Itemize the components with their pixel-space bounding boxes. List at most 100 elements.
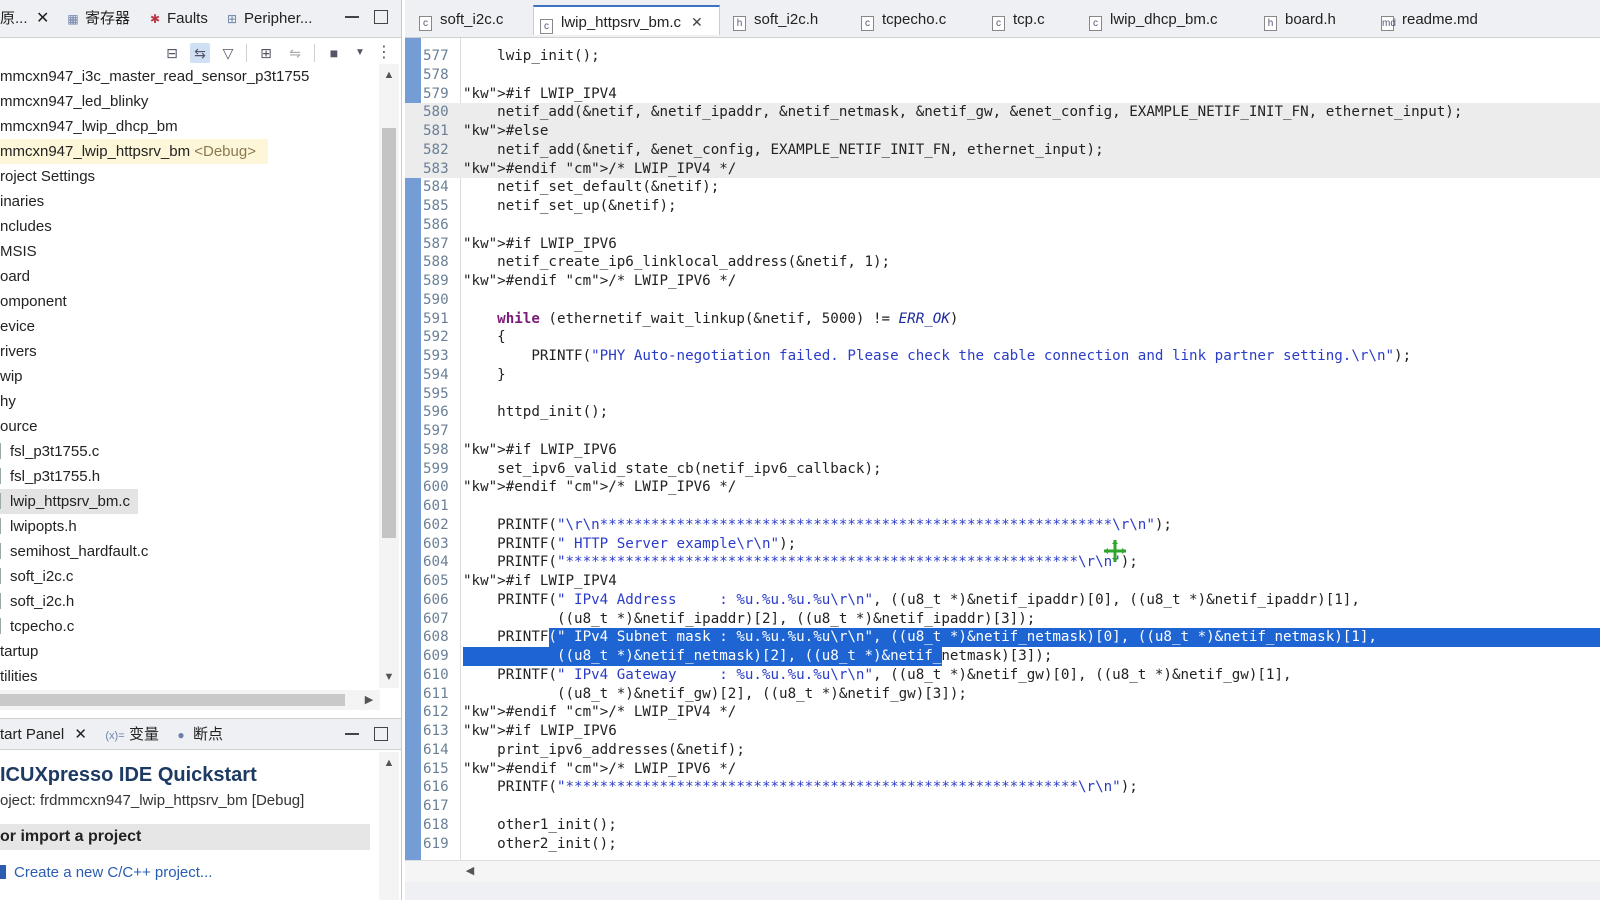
tree-item[interactable]: ncludes [0,214,52,239]
tree-item[interactable]: fsl_p3t1755.h [0,464,100,489]
code-line[interactable]: 612 "kw">#endif "cm">/* LWIP_IPV4 */ [405,703,1600,722]
tab-breakpoints[interactable]: ● 断点 [172,722,223,748]
code-line[interactable]: 598 "kw">#if LWIP_IPV6 [405,441,1600,460]
tree-item[interactable]: mmcxn947_lwip_dhcp_bm [0,114,178,139]
code-line[interactable]: 619 other2_init(); [405,835,1600,854]
tab-registers[interactable]: ▦ 寄存器 [64,6,130,32]
code-line[interactable]: 602 PRINTF("\r\n************************… [405,516,1600,535]
maximize-icon[interactable] [374,10,388,24]
code-line[interactable]: 607 ((u8_t *)&netif_ipaddr)[2], ((u8_t *… [405,610,1600,629]
tab-soft-i2c-c[interactable]: c soft_i2c.c [413,5,503,35]
code-line[interactable]: 584 netif_set_default(&netif); [405,178,1600,197]
close-icon[interactable]: ✕ [74,726,87,743]
tree-item[interactable]: lwipopts.h [0,514,77,539]
quickstart-section-header[interactable]: or import a project [0,824,370,850]
close-icon[interactable]: ✕ [691,7,703,37]
tree-item[interactable]: roject Settings [0,164,95,189]
tab-peripherals[interactable]: ⊞ Peripher... [223,6,312,32]
scroll-down-icon[interactable]: ▼ [382,670,396,684]
minimize-icon[interactable] [345,727,359,735]
code-line[interactable]: 587 "kw">#if LWIP_IPV6 [405,235,1600,254]
square-icon[interactable]: ■ [324,43,344,63]
tree-item[interactable]: rivers [0,339,37,364]
code-line[interactable]: 592 { [405,328,1600,347]
view-menu-chevron-icon[interactable]: ▼ [350,43,370,63]
code-line[interactable]: 597 [405,422,1600,441]
code-line[interactable]: 609 ((u8_t *)&netif_netmask)[2], ((u8_t … [405,647,1600,666]
quickstart-vertical-scrollbar[interactable]: ▲ [379,752,399,900]
code-line[interactable]: 579 "kw">#if LWIP_IPV4 [405,85,1600,104]
collapse-all-icon[interactable]: ⊟ [162,43,182,63]
tree-item[interactable]: hy [0,389,16,414]
tab-board-h[interactable]: h board.h [1258,5,1336,35]
close-icon[interactable]: ✕ [36,6,49,32]
tree-item[interactable]: mmcxn947_led_blinky [0,89,148,114]
code-line[interactable]: 596 httpd_init(); [405,403,1600,422]
tab-lwip-dhcp-bm-c[interactable]: c lwip_dhcp_bm.c [1083,5,1218,35]
code-line[interactable]: 610 PRINTF(" IPv4 Gateway : %u.%u.%u.%u\… [405,666,1600,685]
tab-tcp-c[interactable]: c tcp.c [986,5,1045,35]
more-options-icon[interactable]: ⋮ [374,43,394,63]
grid-icon[interactable]: ⊞ [256,43,276,63]
code-line[interactable]: 594 } [405,366,1600,385]
tab-faults[interactable]: ✱ Faults [146,6,208,32]
minimize-icon[interactable] [345,10,359,18]
create-project-link[interactable]: Create a new C/C++ project... [0,864,212,881]
code-line[interactable]: 603 PRINTF(" HTTP Server example\r\n"); [405,535,1600,554]
code-line[interactable]: 590 [405,291,1600,310]
code-line[interactable]: 595 [405,385,1600,404]
tree-item[interactable]: ource [0,414,38,439]
tree-item[interactable]: mmcxn947_i3c_master_read_sensor_p3t1755 [0,64,309,89]
tree-item[interactable]: omponent [0,289,67,314]
code-line[interactable]: 611 ((u8_t *)&netif_gw)[2], ((u8_t *)&ne… [405,685,1600,704]
tree-item[interactable]: tcpecho.c [0,614,74,639]
tree-item[interactable]: semihost_hardfault.c [0,539,148,564]
tree-item[interactable]: soft_i2c.h [0,589,74,614]
code-line[interactable]: 614 print_ipv6_addresses(&netif); [405,741,1600,760]
tab-quickstart-panel[interactable]: tart Panel ✕ [0,722,87,748]
maximize-icon[interactable] [374,727,388,741]
code-line[interactable]: 600 "kw">#endif "cm">/* LWIP_IPV6 */ [405,478,1600,497]
code-line[interactable]: 577 lwip_init(); [405,47,1600,66]
code-line[interactable]: 581 "kw">#else [405,122,1600,141]
code-line[interactable]: 608 PRINTF(" IPv4 Subnet mask : %u.%u.%u… [405,628,1600,647]
tree-item[interactable]: oard [0,264,30,289]
tree-item[interactable]: MSIS [0,239,37,264]
code-line[interactable]: 601 [405,497,1600,516]
tree-item[interactable]: wip [0,364,23,389]
scrollbar-thumb[interactable] [0,694,345,706]
tab-tcpecho-c[interactable]: c tcpecho.c [855,5,946,35]
code-line[interactable]: 582 netif_add(&netif, &enet_config, EXAM… [405,140,1600,160]
code-line[interactable]: 606 PRINTF(" IPv4 Address : %u.%u.%u.%u\… [405,591,1600,610]
code-line[interactable]: 589 "kw">#endif "cm">/* LWIP_IPV6 */ [405,272,1600,291]
tree-item[interactable]: evice [0,314,35,339]
tree-vertical-scrollbar[interactable]: ▲ ▼ [379,64,399,688]
tree-item-active-project[interactable]: mmcxn947_lwip_httpsrv_bm <Debug> [0,139,268,164]
code-line[interactable]: 585 netif_set_up(&netif); [405,197,1600,216]
tree-horizontal-scrollbar[interactable]: ▶ [0,690,380,710]
code-line[interactable]: 617 [405,797,1600,816]
tree-item[interactable]: tartup [0,639,38,664]
tab-variables[interactable]: (x)= 变量 [104,722,159,748]
scroll-left-icon[interactable]: ◀ [463,864,477,878]
code-line[interactable]: 588 netif_create_ip6_linklocal_address(&… [405,253,1600,272]
sync-icon[interactable]: ⇋ [285,43,305,63]
scrollbar-thumb[interactable] [382,128,396,538]
code-line[interactable]: 599 set_ipv6_valid_state_cb(netif_ipv6_c… [405,460,1600,479]
code-line[interactable]: 605 "kw">#if LWIP_IPV4 [405,572,1600,591]
tree-item[interactable]: tilities [0,664,38,688]
code-line[interactable]: 591 while (ethernetif_wait_linkup(&netif… [405,310,1600,329]
tree-item-selected[interactable]: lwip_httpsrv_bm.c [0,489,138,514]
tab-readme-md[interactable]: md readme.md [1375,5,1478,35]
scroll-up-icon[interactable]: ▲ [382,756,396,770]
editor-horizontal-scrollbar[interactable]: ◀ [405,860,1600,882]
code-line[interactable]: 586 [405,216,1600,235]
code-line[interactable]: 593 PRINTF("PHY Auto-negotiation failed.… [405,347,1600,366]
code-area[interactable]: 577 lwip_init(); 578 579 "kw">#if LWIP_IPV4… [405,38,1600,860]
tab-lwip-httpsrv-bm-c[interactable]: c lwip_httpsrv_bm.c ✕ [533,5,720,35]
scroll-right-icon[interactable]: ▶ [362,693,376,707]
tab-project-explorer[interactable]: 原... [0,6,28,32]
code-editor[interactable]: 577 lwip_init(); 578 579 "kw">#if LWIP_IPV4… [405,38,1600,860]
code-line[interactable]: 580 netif_add(&netif, &netif_ipaddr, &ne… [405,103,1600,122]
code-line[interactable]: 615 "kw">#endif "cm">/* LWIP_IPV6 */ [405,760,1600,779]
